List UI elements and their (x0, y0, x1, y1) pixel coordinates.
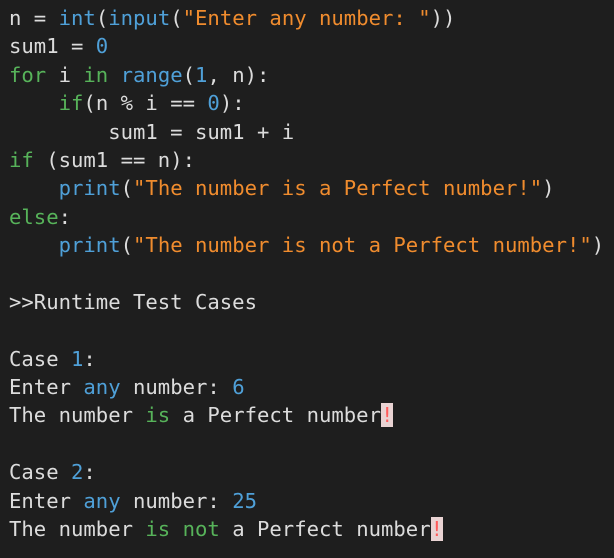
code-token: for (9, 62, 47, 87)
code-token: i (46, 62, 84, 87)
code-token: a Perfect number (170, 403, 381, 428)
code-token: 1 (71, 346, 84, 371)
code-token: (n % i == (83, 91, 208, 116)
code-line: Case 2: (9, 458, 614, 486)
code-line: else: (9, 203, 614, 231)
code-line: Enter any number: 25 (9, 487, 614, 515)
code-token: if (58, 91, 84, 116)
code-token: ( (120, 176, 134, 201)
code-token: ) (542, 176, 555, 201)
code-token: Enter (9, 488, 84, 513)
code-token: "The number is a Perfect number!" (133, 176, 543, 201)
code-line: print("The number is a Perfect number!") (9, 174, 614, 202)
code-editor[interactable]: n = int(input("Enter any number: ")) sum1… (0, 0, 614, 558)
code-token: The number (9, 403, 146, 428)
code-line: Enter any number: 6 (9, 373, 614, 401)
code-token: sum1 = (9, 34, 96, 59)
code-token: 0 (207, 91, 220, 116)
code-token: "Enter any number: " (182, 6, 431, 30)
code-token: ( (95, 6, 109, 30)
code-token: "The number is not a Perfect number!" (133, 233, 592, 258)
code-line: Case 1: (9, 345, 614, 373)
code-token: ( (170, 6, 183, 30)
code-token: ( (120, 233, 134, 258)
code-token: ! (430, 517, 443, 542)
code-token: int (58, 6, 96, 30)
code-token: number: (120, 488, 233, 513)
code-line: sum1 = 0 (9, 32, 614, 60)
code-line: for i in range(1, n): (9, 61, 614, 89)
code-token: not (182, 517, 220, 542)
code-token: a Perfect number (219, 517, 431, 542)
code-token: 0 (95, 34, 109, 59)
code-token: Case (9, 346, 71, 371)
code-line: The number is not a Perfect number! (9, 515, 614, 543)
code-token: The number (9, 517, 146, 542)
code-token: if (9, 147, 34, 172)
code-token: 6 (232, 375, 245, 400)
code-token: n = (9, 6, 59, 30)
code-token: : (83, 460, 96, 485)
code-token: : (83, 346, 96, 371)
code-line: print("The number is not a Perfect numbe… (9, 231, 614, 259)
code-line: sum1 = sum1 + i (9, 118, 614, 146)
code-token: input (108, 6, 171, 30)
code-token: ! (380, 403, 394, 428)
code-token: print (58, 176, 121, 201)
code-token: : (58, 204, 72, 229)
code-token: any (83, 375, 121, 400)
code-token: in (83, 62, 109, 87)
code-token: Case (9, 460, 71, 485)
code-token: Enter (9, 375, 84, 400)
code-token: is (145, 403, 171, 428)
code-token: )) (430, 6, 456, 30)
code-token: ) (591, 233, 605, 258)
code-line: The number is a Perfect number! (9, 401, 614, 429)
code-line: >>Runtime Test Cases (9, 288, 614, 316)
code-token: 1 (195, 62, 208, 87)
code-token: (sum1 == n): (33, 147, 195, 172)
code-token: sum1 = sum1 + i (9, 119, 295, 144)
code-line: n = int(input("Enter any number: ")) (9, 4, 614, 32)
code-token: ( (182, 62, 196, 87)
code-token: 25 (232, 488, 258, 513)
code-token: range (120, 62, 183, 87)
code-token: ): (219, 91, 245, 116)
code-line: if (sum1 == n): (9, 146, 614, 174)
code-token: else (9, 204, 59, 229)
code-line: if(n % i == 0): (9, 89, 614, 117)
code-token: is (145, 517, 171, 542)
code-token: >>Runtime Test Cases (9, 289, 257, 314)
code-token: 2 (71, 460, 84, 485)
code-token: any (83, 488, 121, 513)
code-token: print (58, 233, 121, 258)
code-token: , n): (207, 62, 270, 87)
code-token: number: (120, 375, 233, 400)
